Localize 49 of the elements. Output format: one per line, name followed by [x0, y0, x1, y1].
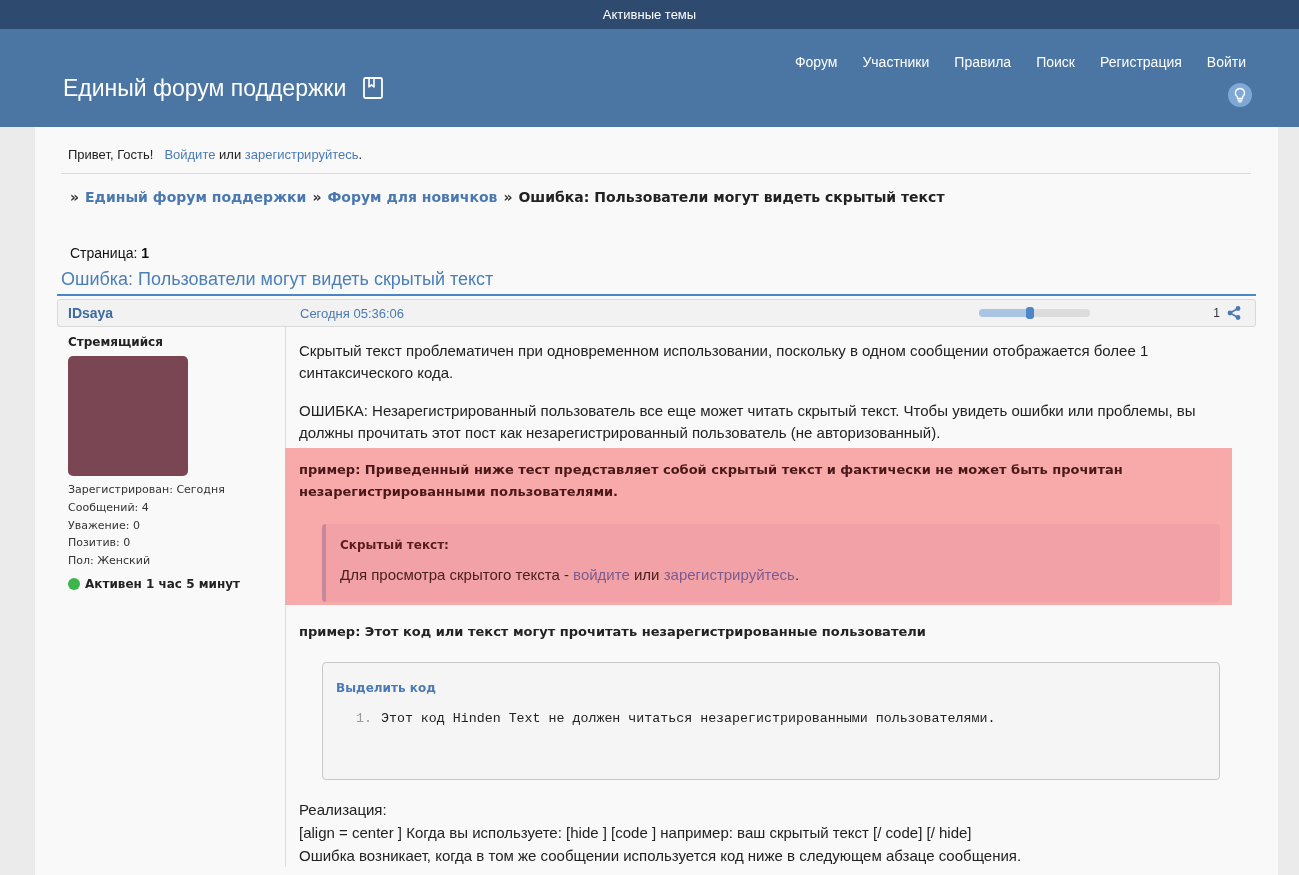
post-date[interactable]: Сегодня 05:36:06 [286, 305, 980, 321]
post-text-line: Ошибка возникает, когда в том же сообщении используется код ниже в следующем абзаце сообщения. [299, 846, 1023, 866]
nav-link[interactable]: Регистрация [1099, 54, 1182, 70]
nav-link[interactable]: Форум [794, 54, 838, 70]
bookmark-book-icon [363, 77, 384, 99]
nav-link[interactable]: Поиск [1036, 54, 1075, 70]
post-paragraph: ОШИБКА: Незарегистрированный пользователь все еще может читать скрытый текст. Чтобы увидеть ошибки или проблемы, вы должны прочитать этот пост как незарегистрированный пользователь (не авторизованный). [299, 401, 1197, 443]
code-line: Этот код Hinden Text не должен читаться незарегистрированными пользователями. [380, 711, 996, 727]
login-link[interactable]: Войдите [164, 147, 216, 162]
select-code-link[interactable]: Выделить код [336, 680, 436, 696]
user-stat: Пол: Женский [68, 553, 152, 570]
user-stat: Позитив: 0 [68, 535, 132, 552]
user-stat: Зарегистрирован: Сегодня [68, 482, 226, 498]
user-rank: Стремящийся [68, 335, 164, 349]
breadcrumb-separator: » [312, 188, 322, 206]
register-link[interactable]: зарегистрируйтесь [663, 566, 795, 583]
post-number: 1 [1213, 306, 1220, 320]
lightbulb-icon[interactable] [1228, 83, 1252, 107]
breadcrumb-link[interactable]: Форум для новичков [327, 188, 498, 206]
login-link[interactable]: войдите [573, 566, 630, 583]
hidden-text-message: Для просмотра скрытого текста - войдите или зарегистрируйтесь. [340, 565, 801, 585]
breadcrumb-separator: » [70, 188, 80, 206]
post-paragraph: Скрытый текст проблематичен при одновременном использовании, поскольку в одном сообщении отображается более 1 синтаксического кода. [299, 341, 1150, 383]
activity-status: Активен 1 час 5 минут [85, 576, 240, 592]
author-name[interactable]: IDsaya [68, 305, 114, 321]
register-link[interactable]: зарегистрируйтесь [244, 147, 359, 162]
breadcrumb-separator: » [503, 188, 513, 206]
active-topics-link[interactable]: Активные темы [602, 6, 697, 23]
share-icon[interactable] [1227, 306, 1241, 320]
breadcrumb-link[interactable]: Единый форум поддержки [85, 188, 307, 206]
breadcrumb-current-page: Ошибка: Пользователи могут видеть скрытый текст [518, 188, 945, 206]
greeting-text: Привет, Гость! [68, 147, 154, 163]
alert-text: пример: Приведенный ниже тест представляет собой скрытый текст и фактически не может быть прочитан незарегистрированными пользователями. [299, 461, 1124, 501]
code-line-number: 1. [356, 711, 372, 727]
nav-link[interactable]: Войти [1206, 54, 1246, 70]
login-prompt: Войдите или зарегистрируйтесь. [164, 147, 363, 163]
slider-track[interactable] [979, 309, 1091, 317]
post-text-line: [align = center ] Когда вы используете: [hide ] [code ] например: ваш скрытый текст [/ code] [/ hide] [299, 823, 973, 843]
nav-link[interactable]: Участники [862, 54, 930, 70]
user-stat: Уважение: 0 [68, 517, 141, 534]
hidden-text-title: Скрытый текст: [340, 537, 450, 553]
forum-title[interactable]: Единый форум поддержки [63, 74, 347, 102]
post-text-line: Реализация: [299, 800, 388, 820]
nav-link[interactable]: Правила [954, 54, 1012, 70]
slider-thumb[interactable] [1026, 307, 1035, 319]
page-indicator: Страница: 1 [69, 245, 151, 261]
user-stat: Сообщений: 4 [68, 499, 150, 516]
example-heading: пример: Этот код или текст могут прочитать незарегистрированные пользователи [299, 623, 927, 641]
topic-title: Ошибка: Пользователи могут видеть скрытый текст [57, 268, 1256, 296]
